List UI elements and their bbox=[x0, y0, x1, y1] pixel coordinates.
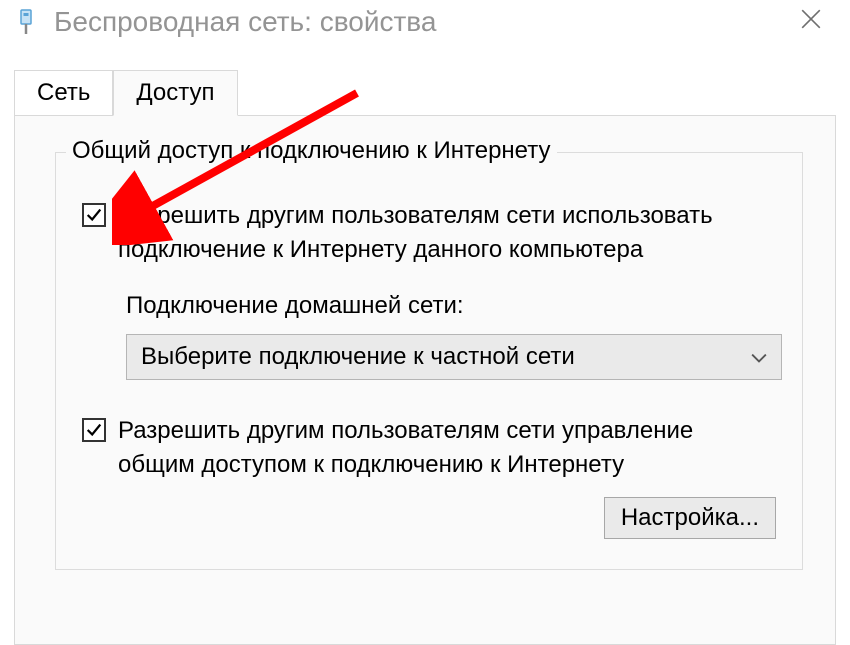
tab-strip: Сеть Доступ bbox=[14, 70, 850, 116]
tab-label: Сеть bbox=[37, 79, 90, 106]
ics-groupbox: Общий доступ к подключению к Интернету Р… bbox=[55, 152, 803, 570]
network-adapter-icon bbox=[14, 8, 38, 36]
allow-sharing-checkbox[interactable] bbox=[82, 203, 106, 227]
settings-button-row: Настройка... bbox=[82, 497, 776, 539]
groupbox-legend: Общий доступ к подключению к Интернету bbox=[66, 137, 557, 165]
tab-panel-sharing: Общий доступ к подключению к Интернету Р… bbox=[14, 115, 836, 645]
tab-label: Доступ bbox=[136, 79, 214, 106]
tab-sharing[interactable]: Доступ bbox=[113, 70, 237, 116]
tab-network[interactable]: Сеть bbox=[14, 70, 113, 116]
home-connection-label: Подключение домашней сети: bbox=[126, 292, 776, 320]
button-label: Настройка... bbox=[621, 504, 759, 531]
close-icon[interactable] bbox=[782, 7, 840, 35]
titlebar: Беспроводная сеть: свойства bbox=[0, 0, 850, 48]
window-title: Беспроводная сеть: свойства bbox=[54, 6, 782, 38]
home-connection-dropdown[interactable]: Выберите подключение к частной сети bbox=[126, 334, 782, 380]
allow-sharing-row: Разрешить другим пользователям сети испо… bbox=[82, 199, 776, 266]
allow-sharing-label: Разрешить другим пользователям сети испо… bbox=[118, 199, 776, 266]
chevron-down-icon bbox=[751, 347, 767, 368]
home-connection-block: Подключение домашней сети: Выберите подк… bbox=[126, 292, 776, 380]
dropdown-value: Выберите подключение к частной сети bbox=[141, 343, 575, 371]
checkmark-icon bbox=[85, 206, 103, 224]
allow-control-label: Разрешить другим пользователям сети упра… bbox=[118, 414, 776, 481]
allow-control-checkbox[interactable] bbox=[82, 418, 106, 442]
settings-button[interactable]: Настройка... bbox=[604, 497, 776, 539]
checkmark-icon bbox=[85, 421, 103, 439]
allow-control-row: Разрешить другим пользователям сети упра… bbox=[82, 414, 776, 481]
